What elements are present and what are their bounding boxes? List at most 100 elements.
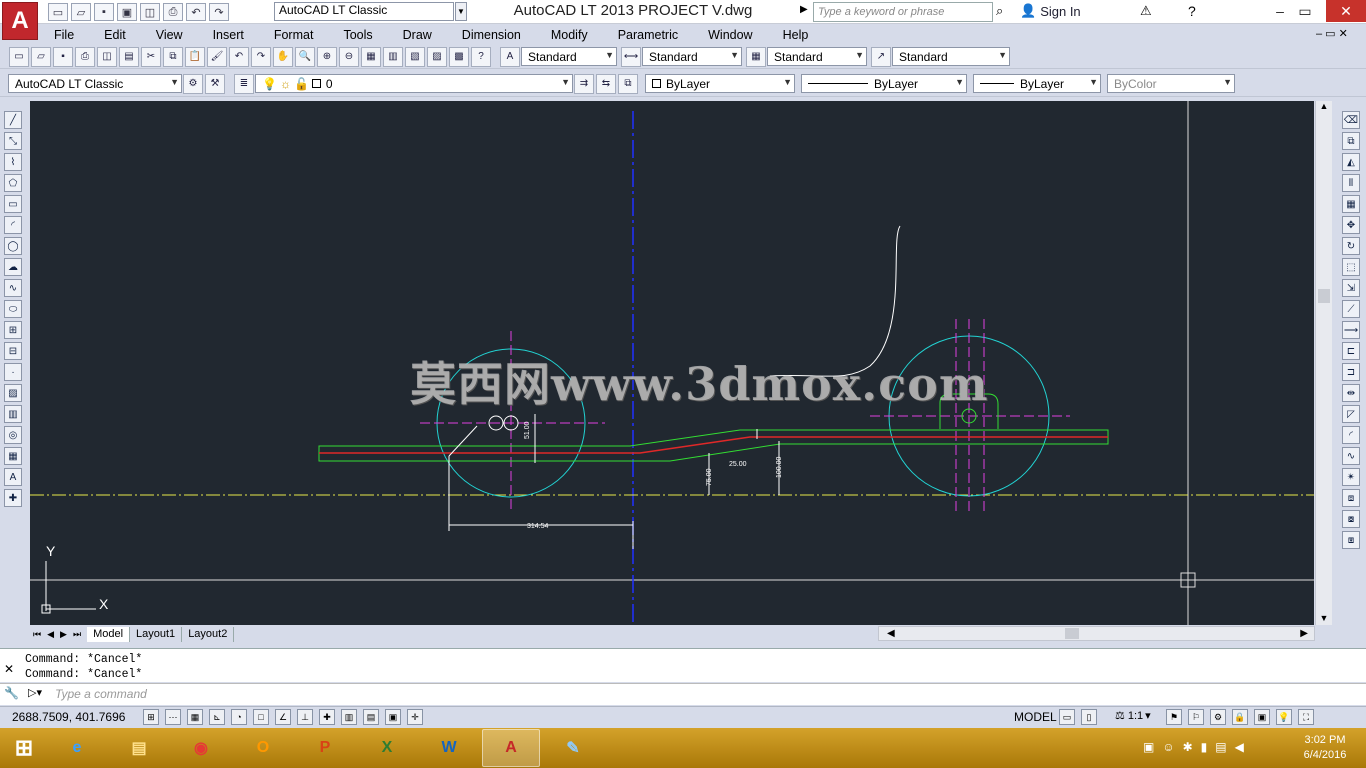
revcloud-icon[interactable]: ☁ bbox=[4, 258, 22, 276]
taskbar-clock[interactable]: 3:02 PM 6/4/2016 bbox=[1290, 733, 1360, 763]
grid-display-icon[interactable]: ▦ bbox=[187, 709, 203, 725]
command-close-icon[interactable]: ✕ bbox=[4, 662, 14, 676]
redo-icon[interactable]: ↷ bbox=[209, 3, 229, 21]
spline-icon[interactable]: ∿ bbox=[4, 279, 22, 297]
tab-model[interactable]: Model bbox=[87, 626, 131, 642]
plotstyle-select[interactable]: ByColor ▼ bbox=[1107, 74, 1235, 93]
layer-states-icon[interactable]: ⧉ bbox=[618, 73, 638, 94]
redo-toolbar-icon[interactable]: ↷ bbox=[251, 46, 271, 67]
help-icon[interactable]: ? bbox=[1188, 3, 1196, 19]
selection-cycling-icon[interactable]: ✛ bbox=[407, 709, 423, 725]
circle-icon[interactable]: ◯ bbox=[4, 237, 22, 255]
menu-window[interactable]: Window bbox=[708, 28, 752, 42]
maximize-button[interactable]: ▭ bbox=[1290, 0, 1320, 22]
design-center-icon[interactable]: ▥ bbox=[383, 46, 403, 67]
explode-icon[interactable]: ✴ bbox=[1342, 468, 1360, 486]
taskbar-internet-explorer[interactable]: e bbox=[48, 729, 106, 767]
menu-format[interactable]: Format bbox=[274, 28, 314, 42]
open-icon[interactable]: ▱ bbox=[71, 3, 91, 21]
draworder-above-icon[interactable]: ⧆ bbox=[1342, 531, 1360, 549]
scroll-right-icon[interactable]: ▶ bbox=[1300, 628, 1308, 639]
match-properties-icon[interactable]: 🖌 bbox=[207, 46, 227, 67]
stretch-icon[interactable]: ⇲ bbox=[1342, 279, 1360, 297]
copy-icon[interactable]: ⧉ bbox=[163, 46, 183, 67]
menu-modify[interactable]: Modify bbox=[551, 28, 588, 42]
annotation-scale[interactable]: ⚖ 1:1 ▾ bbox=[1115, 709, 1151, 723]
mtext-icon[interactable]: A bbox=[4, 468, 22, 486]
polygon-icon[interactable]: ⬠ bbox=[4, 174, 22, 192]
coordinates-readout[interactable]: 2688.7509, 401.7696 bbox=[12, 710, 125, 724]
offset-icon[interactable]: ⫴ bbox=[1342, 174, 1360, 192]
close-button[interactable]: ✕ bbox=[1326, 0, 1366, 22]
dynamic-input-icon[interactable]: ✚ bbox=[319, 709, 335, 725]
publish-icon[interactable]: ▤ bbox=[119, 46, 139, 67]
infer-constraints-icon[interactable]: ⊞ bbox=[143, 709, 159, 725]
isolate-objects-icon[interactable]: 💡 bbox=[1276, 709, 1292, 725]
table-icon[interactable]: ▦ bbox=[4, 447, 22, 465]
scroll-up-icon[interactable]: ▲ bbox=[1316, 101, 1332, 111]
menu-tools[interactable]: Tools bbox=[343, 28, 372, 42]
antivirus-icon[interactable]: ▣ bbox=[1143, 740, 1154, 754]
plot-icon[interactable]: ⎙ bbox=[163, 3, 183, 21]
zoom-previous-icon[interactable]: ⊖ bbox=[339, 46, 359, 67]
new-icon[interactable]: ▭ bbox=[48, 3, 68, 21]
tab-first-icon[interactable]: ⏮ bbox=[33, 629, 41, 640]
break-at-point-icon[interactable]: ⊏ bbox=[1342, 342, 1360, 360]
doc-window-controls[interactable]: – ▭ ✕ bbox=[1316, 27, 1348, 40]
paste-icon[interactable]: 📋 bbox=[185, 46, 205, 67]
tab-layout2[interactable]: Layout2 bbox=[182, 626, 235, 642]
line-icon[interactable]: ╱ bbox=[4, 111, 22, 129]
undo-icon[interactable]: ↶ bbox=[186, 3, 206, 21]
menu-edit[interactable]: Edit bbox=[104, 28, 126, 42]
scroll-down-icon[interactable]: ▼ bbox=[1316, 613, 1332, 623]
power-icon[interactable]: ▮ bbox=[1201, 740, 1208, 754]
hatch-icon[interactable]: ▨ bbox=[4, 384, 22, 402]
linetype-select[interactable]: ByLayer ▼ bbox=[801, 74, 967, 93]
transparency-icon[interactable]: ▤ bbox=[363, 709, 379, 725]
menu-parametric[interactable]: Parametric bbox=[618, 28, 678, 42]
hardware-acceleration-icon[interactable]: ▣ bbox=[1254, 709, 1270, 725]
color-select[interactable]: ByLayer ▼ bbox=[645, 74, 795, 93]
taskbar-file-explorer[interactable]: ▤ bbox=[110, 729, 168, 767]
lineweight-toggle-icon[interactable]: ▥ bbox=[341, 709, 357, 725]
taskbar-powerpoint[interactable]: P bbox=[296, 729, 354, 767]
qnew-icon[interactable]: ▭ bbox=[9, 46, 29, 67]
volume-icon[interactable]: ◀ bbox=[1235, 740, 1244, 754]
make-block-icon[interactable]: ⊟ bbox=[4, 342, 22, 360]
zoom-realtime-icon[interactable]: 🔍 bbox=[295, 46, 315, 67]
erase-icon[interactable]: ⌫ bbox=[1342, 111, 1360, 129]
point-icon[interactable]: · bbox=[4, 363, 22, 381]
construction-line-icon[interactable]: ⤡ bbox=[4, 132, 22, 150]
command-input[interactable] bbox=[55, 686, 955, 702]
search-expand-icon[interactable]: ▶ bbox=[800, 4, 808, 15]
sheet-set-icon[interactable]: ▨ bbox=[427, 46, 447, 67]
array-icon[interactable]: ▦ bbox=[1342, 195, 1360, 213]
text-style-icon[interactable]: A bbox=[500, 46, 520, 67]
workspace-select[interactable]: AutoCAD LT Classic ▼ bbox=[8, 74, 182, 93]
mleader-style-select[interactable]: Standard ▼ bbox=[892, 47, 1010, 66]
plot-toolbar-icon[interactable]: ⎙ bbox=[75, 46, 95, 67]
properties-icon[interactable]: ▦ bbox=[361, 46, 381, 67]
object-snap-tracking-icon[interactable]: ∠ bbox=[275, 709, 291, 725]
make-current-layer-icon[interactable]: ⇉ bbox=[574, 73, 594, 94]
horizontal-scroll-thumb[interactable] bbox=[1064, 628, 1079, 639]
scroll-left-icon[interactable]: ◀ bbox=[887, 628, 895, 639]
menu-view[interactable]: View bbox=[156, 28, 183, 42]
object-snap-icon[interactable]: □ bbox=[253, 709, 269, 725]
calculator-icon[interactable]: ▩ bbox=[449, 46, 469, 67]
scale-icon[interactable]: ⬚ bbox=[1342, 258, 1360, 276]
workspace-dropdown-arrow-icon[interactable]: ▼ bbox=[455, 2, 467, 21]
help-toolbar-icon[interactable]: ? bbox=[471, 46, 491, 67]
menu-help[interactable]: Help bbox=[783, 28, 809, 42]
join-icon[interactable]: ⇹ bbox=[1342, 384, 1360, 402]
snap-mode-icon[interactable]: ⋯ bbox=[165, 709, 181, 725]
lock-ui-icon[interactable]: 🔒 bbox=[1232, 709, 1248, 725]
tab-next-icon[interactable]: ▶ bbox=[60, 629, 67, 640]
lineweight-select[interactable]: ByLayer ▼ bbox=[973, 74, 1101, 93]
annotation-visibility-icon[interactable]: ⚑ bbox=[1166, 709, 1182, 725]
ortho-mode-icon[interactable]: ⊾ bbox=[209, 709, 225, 725]
application-menu-button[interactable]: A bbox=[2, 2, 38, 40]
model-space-button[interactable]: MODEL bbox=[1014, 710, 1057, 724]
horizontal-scrollbar[interactable]: ◀ ▶ bbox=[878, 626, 1315, 641]
zoom-window-icon[interactable]: ⊕ bbox=[317, 46, 337, 67]
